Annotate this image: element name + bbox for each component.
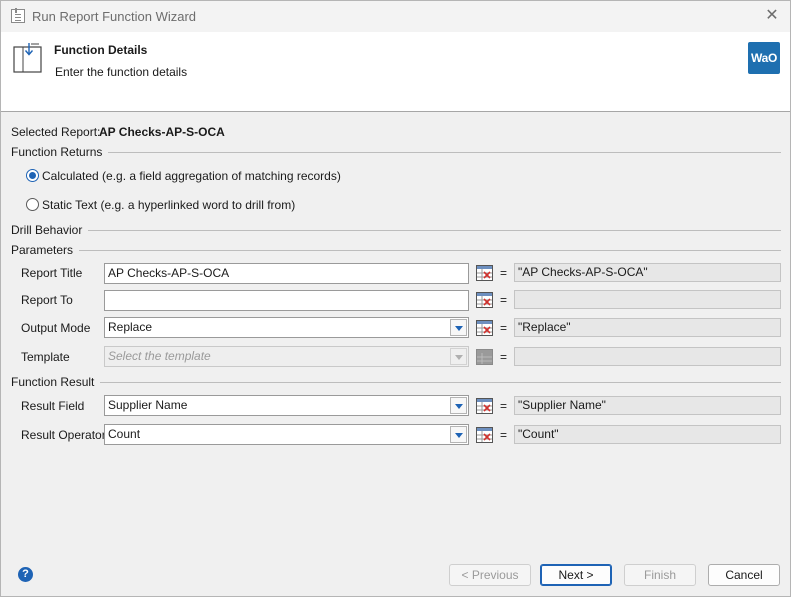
result-operator-value: Count bbox=[108, 427, 141, 441]
template-placeholder: Select the template bbox=[108, 349, 211, 363]
report-to-label: Report To bbox=[21, 293, 73, 307]
output-mode-label: Output Mode bbox=[21, 321, 91, 335]
radio-calculated-label[interactable]: Calculated (e.g. a field aggregation of … bbox=[42, 169, 341, 183]
header-title: Function Details bbox=[54, 43, 148, 57]
title-bar: Run Report Function Wizard ✕ bbox=[1, 1, 790, 32]
chevron-down-icon[interactable] bbox=[450, 397, 467, 414]
template-result bbox=[514, 347, 781, 366]
template-select: Select the template bbox=[104, 346, 469, 367]
expression-builder-icon[interactable] bbox=[476, 427, 493, 443]
equals-sign: = bbox=[500, 293, 508, 307]
chevron-down-icon[interactable] bbox=[450, 319, 467, 336]
output-mode-select[interactable]: Replace bbox=[104, 317, 469, 338]
result-field-select[interactable]: Supplier Name bbox=[104, 395, 469, 416]
cancel-button[interactable]: Cancel bbox=[708, 564, 780, 586]
header-subtitle: Enter the function details bbox=[55, 65, 188, 79]
window-title: Run Report Function Wizard bbox=[32, 9, 197, 24]
expression-builder-icon[interactable] bbox=[476, 320, 493, 336]
report-title-input[interactable]: AP Checks-AP-S-OCA bbox=[104, 263, 469, 284]
wizard-app-icon bbox=[11, 8, 25, 23]
function-result-label: Function Result bbox=[11, 375, 101, 389]
equals-sign: = bbox=[500, 350, 508, 364]
result-operator-select[interactable]: Count bbox=[104, 424, 469, 445]
parameters-group: Parameters bbox=[11, 243, 781, 257]
parameters-label: Parameters bbox=[11, 243, 80, 257]
radio-static-text-label[interactable]: Static Text (e.g. a hyperlinked word to … bbox=[42, 198, 295, 212]
report-to-result bbox=[514, 290, 781, 309]
selected-report-label: Selected Report: bbox=[11, 125, 101, 139]
next-button[interactable]: Next > bbox=[540, 564, 612, 586]
report-title-label: Report Title bbox=[21, 266, 83, 280]
chevron-down-icon bbox=[450, 348, 467, 365]
help-icon[interactable]: ? bbox=[18, 567, 33, 582]
output-mode-value: Replace bbox=[108, 320, 153, 334]
result-field-label: Result Field bbox=[21, 399, 85, 413]
function-returns-group: Function Returns bbox=[11, 145, 781, 159]
equals-sign: = bbox=[500, 399, 508, 413]
function-returns-label: Function Returns bbox=[11, 145, 109, 159]
wao-logo: WaO bbox=[748, 42, 780, 74]
result-operator-label: Result Operator bbox=[21, 428, 106, 442]
wizard-page-icon bbox=[13, 43, 42, 73]
expression-builder-icon[interactable] bbox=[476, 398, 493, 414]
radio-calculated[interactable] bbox=[26, 169, 39, 182]
report-to-input[interactable] bbox=[104, 290, 469, 311]
template-label: Template bbox=[21, 350, 70, 364]
previous-button[interactable]: < Previous bbox=[449, 564, 531, 586]
equals-sign: = bbox=[500, 321, 508, 335]
result-field-value: Supplier Name bbox=[108, 398, 188, 412]
drill-behavior-label: Drill Behavior bbox=[11, 223, 89, 237]
close-icon[interactable]: ✕ bbox=[762, 5, 782, 27]
expression-builder-icon[interactable] bbox=[476, 292, 493, 308]
wizard-header: Function Details Enter the function deta… bbox=[1, 32, 790, 112]
report-title-result: "AP Checks-AP-S-OCA" bbox=[514, 263, 781, 282]
result-field-result: "Supplier Name" bbox=[514, 396, 781, 415]
drill-behavior-group: Drill Behavior bbox=[11, 223, 781, 237]
equals-sign: = bbox=[500, 266, 508, 280]
expression-builder-icon[interactable] bbox=[476, 265, 493, 281]
function-result-group: Function Result bbox=[11, 375, 781, 389]
expression-builder-icon bbox=[476, 349, 493, 365]
finish-button[interactable]: Finish bbox=[624, 564, 696, 586]
result-operator-result: "Count" bbox=[514, 425, 781, 444]
output-mode-result: "Replace" bbox=[514, 318, 781, 337]
radio-static-text[interactable] bbox=[26, 198, 39, 211]
wizard-window: Run Report Function Wizard ✕ Function De… bbox=[0, 0, 791, 597]
selected-report-value: AP Checks-AP-S-OCA bbox=[99, 125, 225, 139]
chevron-down-icon[interactable] bbox=[450, 426, 467, 443]
equals-sign: = bbox=[500, 428, 508, 442]
